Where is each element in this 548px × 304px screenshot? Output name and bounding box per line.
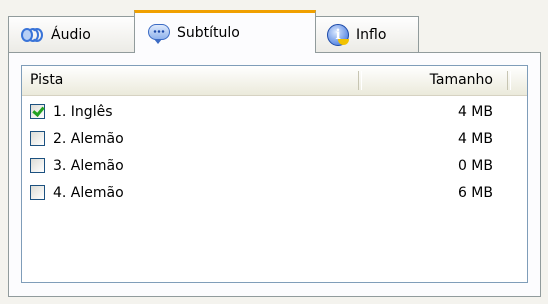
tab-label: Inflo — [356, 26, 387, 43]
track-checkbox[interactable] — [30, 185, 45, 200]
track-size: 4 MB — [457, 131, 493, 147]
list-item[interactable]: 4. Alemão 6 MB — [22, 181, 527, 207]
tab-label: Subtítulo — [177, 25, 240, 41]
list-item[interactable]: 3. Alemão 0 MB — [22, 154, 527, 180]
track-label: 3. Alemão — [53, 158, 124, 174]
info-icon: i — [326, 23, 350, 47]
list-header: Pista Tamanho — [22, 66, 527, 96]
column-divider[interactable] — [507, 71, 511, 90]
column-divider[interactable] — [358, 71, 362, 90]
track-size: 6 MB — [457, 185, 493, 201]
list-item[interactable]: 1. Inglês 4 MB — [22, 100, 527, 126]
track-label: 2. Alemão — [53, 131, 124, 147]
tab-subtitle[interactable]: Subtítulo — [134, 10, 316, 53]
column-header-size[interactable]: Tamanho — [430, 66, 493, 95]
tab-panel: Pista Tamanho 1. Inglês 4 MB 2. Alemão 4… — [8, 52, 541, 297]
track-list[interactable]: Pista Tamanho 1. Inglês 4 MB 2. Alemão 4… — [21, 65, 528, 283]
track-checkbox[interactable] — [30, 104, 45, 119]
check-icon — [32, 104, 45, 117]
tab-info[interactable]: i Inflo — [315, 16, 419, 52]
track-size: 4 MB — [457, 104, 493, 120]
tab-label: Áudio — [51, 26, 91, 43]
tab-audio[interactable]: Áudio — [8, 16, 135, 52]
column-header-track[interactable]: Pista — [30, 66, 63, 95]
audio-icon — [21, 23, 45, 47]
track-checkbox[interactable] — [30, 131, 45, 146]
list-item[interactable]: 2. Alemão 4 MB — [22, 127, 527, 153]
track-label: 4. Alemão — [53, 185, 124, 201]
track-label: 1. Inglês — [53, 104, 113, 120]
subtitle-icon — [147, 21, 171, 45]
track-size: 0 MB — [457, 158, 493, 174]
track-checkbox[interactable] — [30, 158, 45, 173]
